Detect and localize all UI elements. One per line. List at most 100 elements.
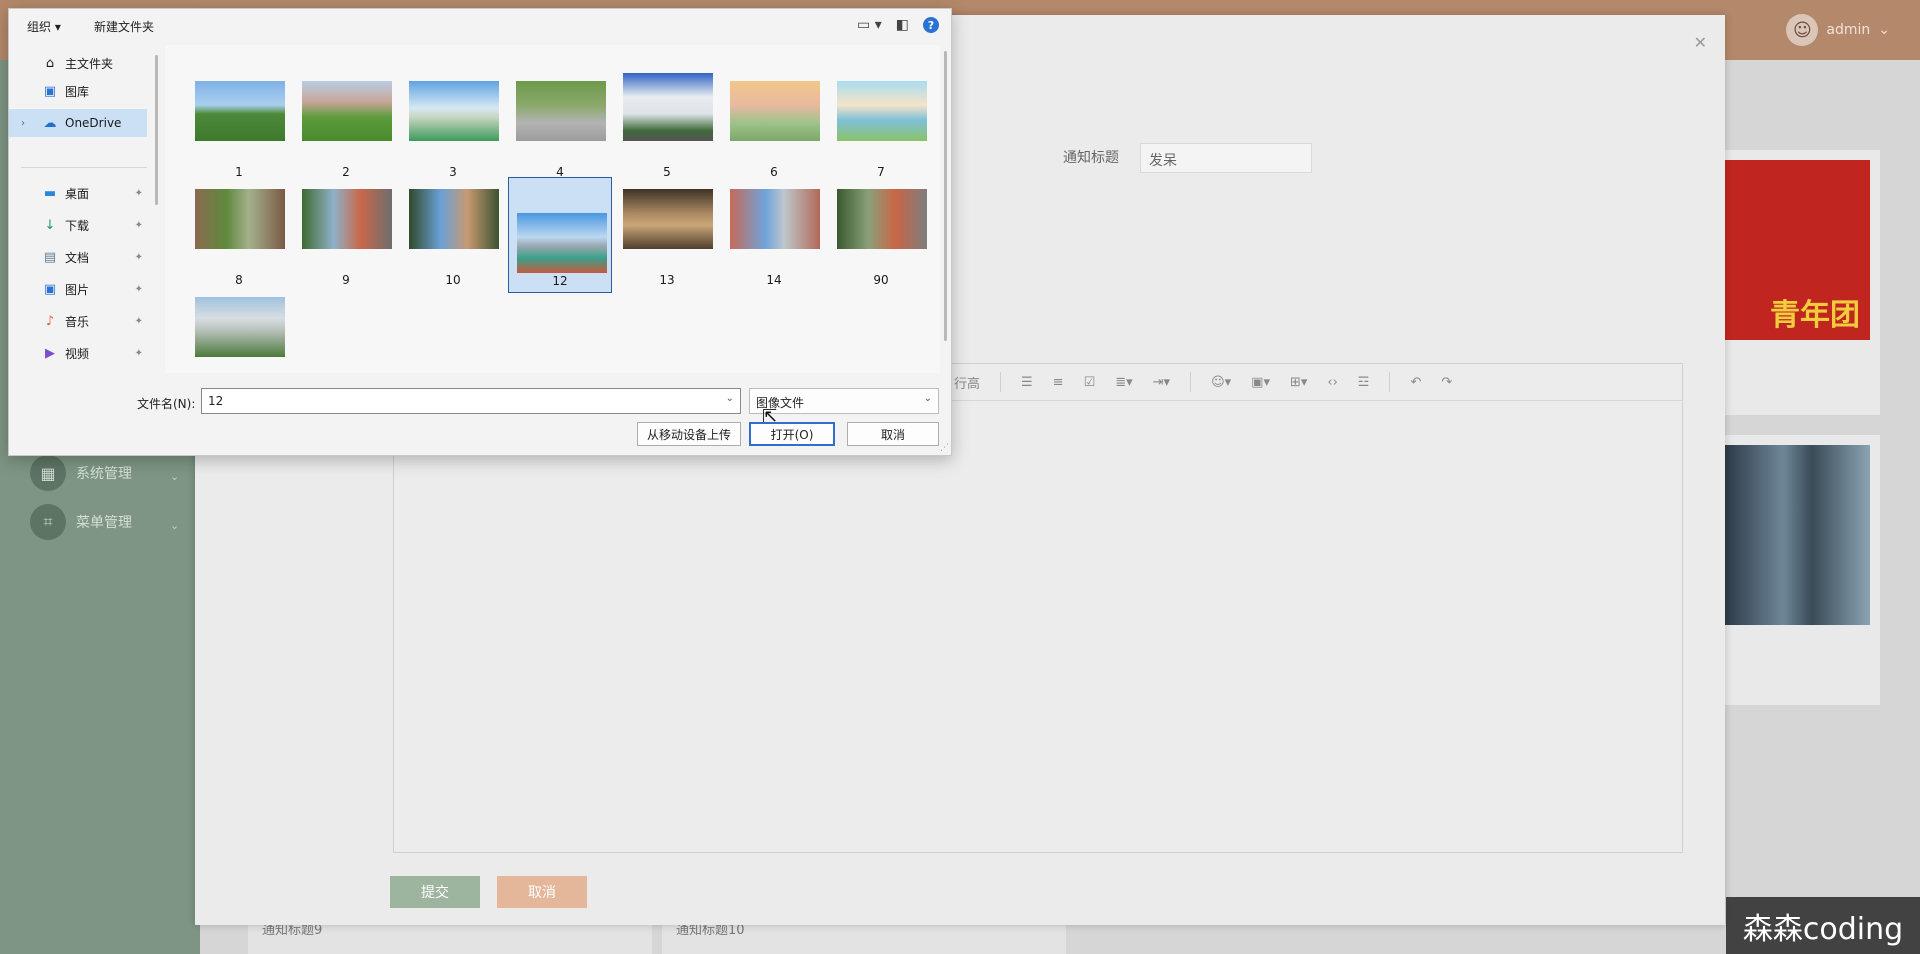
file-pane-scrollbar[interactable]	[944, 51, 947, 341]
file-thumbnail	[517, 213, 607, 273]
new-folder-button[interactable]: 新建文件夹	[94, 18, 154, 35]
file-thumbnail	[837, 189, 927, 249]
line-height-dropdown[interactable]: 行高	[954, 373, 980, 392]
emoji-icon[interactable]: ☺▾	[1211, 375, 1231, 390]
undo-icon[interactable]: ↶	[1410, 375, 1421, 390]
file-tile[interactable]	[187, 285, 291, 373]
file-tile[interactable]: 7	[829, 69, 933, 185]
home-icon: ⌂	[45, 55, 55, 71]
file-thumbnail	[409, 189, 499, 249]
file-tile[interactable]: 3	[401, 69, 505, 185]
file-tile[interactable]: 1	[187, 69, 291, 185]
filetype-select[interactable]: 图像文件 ⌄	[749, 388, 939, 414]
upload-from-mobile-button[interactable]: 从移动设备上传	[637, 422, 741, 446]
dialog-cancel-button[interactable]: 取消	[847, 422, 939, 446]
nav-item-label: OneDrive	[65, 116, 122, 130]
nav-item-label: 文档	[65, 250, 90, 265]
nav-item-label: 桌面	[65, 186, 90, 201]
redo-icon[interactable]: ↷	[1441, 375, 1452, 390]
layout-icon: ▦	[30, 455, 66, 491]
file-thumbnail	[516, 81, 606, 141]
todo-icon[interactable]: ☑	[1084, 375, 1096, 390]
picture-icon: ▣	[43, 281, 57, 297]
file-tile[interactable]: 5	[615, 69, 719, 185]
file-tile[interactable]: 14	[722, 177, 826, 293]
nav-scrollbar[interactable]	[155, 55, 158, 205]
table-icon[interactable]: ⊞▾	[1290, 375, 1307, 390]
file-tile[interactable]: 6	[722, 69, 826, 185]
file-tile-selected[interactable]: 12	[508, 177, 612, 293]
title-input[interactable]: 发呆	[1140, 143, 1312, 173]
toolbar-divider	[1190, 372, 1192, 392]
nav-item-home[interactable]: ⌂ 主文件夹	[9, 49, 147, 77]
file-thumbnail	[195, 189, 285, 249]
resize-grip-icon[interactable]: ⋰	[940, 443, 949, 453]
sidebar-item-system[interactable]: ▦ 系统管理	[30, 455, 132, 491]
file-thumbnail	[837, 81, 927, 141]
file-tile[interactable]: 4	[508, 69, 612, 185]
title-label: 通知标题	[1063, 150, 1119, 166]
nav-item-videos[interactable]: ▶ 视频 ✦	[9, 339, 147, 367]
file-name: 12	[552, 274, 568, 288]
toolbar-divider	[1000, 372, 1002, 392]
nav-item-onedrive[interactable]: › ☁ OneDrive	[9, 109, 147, 137]
news-card-image: 青年团	[1720, 160, 1870, 340]
close-icon[interactable]: ✕	[1694, 33, 1707, 52]
file-tile[interactable]: 9	[294, 177, 398, 293]
user-menu[interactable]: ☺ admin ⌄	[1786, 14, 1890, 46]
pin-icon: ✦	[134, 315, 143, 327]
filename-input[interactable]: 12 ⌄	[201, 388, 741, 414]
nav-divider	[21, 167, 147, 168]
view-controls: ▭ ▾ ◧ ?	[857, 17, 939, 33]
news-card-image	[1725, 445, 1870, 625]
align-icon[interactable]: ≣▾	[1115, 375, 1132, 390]
card-image-text: 青年团	[1770, 298, 1860, 333]
nav-item-pictures[interactable]: ▣ 图片 ✦	[9, 275, 147, 303]
nav-item-music[interactable]: ♪ 音乐 ✦	[9, 307, 147, 335]
divider-icon[interactable]: ☲	[1358, 375, 1370, 390]
indent-icon[interactable]: ⇥▾	[1153, 375, 1170, 390]
pin-icon: ✦	[134, 283, 143, 295]
pin-icon: ✦	[134, 347, 143, 359]
file-tile[interactable]: 90	[829, 177, 933, 293]
help-icon[interactable]: ?	[923, 17, 939, 33]
toolbar-divider	[1389, 372, 1391, 392]
file-name: 90	[873, 273, 889, 287]
nav-item-label: 图库	[65, 84, 90, 99]
bullet-list-icon[interactable]: ☰	[1021, 375, 1033, 390]
file-thumbnail	[730, 189, 820, 249]
nav-item-label: 音乐	[65, 314, 90, 329]
nav-item-desktop[interactable]: ▬ 桌面 ✦	[9, 179, 147, 207]
sidebar-item-menu[interactable]: ⌗ 菜单管理	[30, 504, 132, 540]
cancel-button[interactable]: 取消	[497, 876, 587, 908]
nav-item-downloads[interactable]: ↓ 下载 ✦	[9, 211, 147, 239]
file-name: 10	[445, 273, 461, 287]
numbered-list-icon[interactable]: ≡	[1053, 375, 1064, 390]
pin-icon: ✦	[134, 219, 143, 231]
file-tile[interactable]: 8	[187, 177, 291, 293]
chevron-right-icon[interactable]: ›	[21, 118, 25, 129]
file-thumbnail	[409, 81, 499, 141]
file-name: 9	[342, 273, 350, 287]
file-name: 13	[659, 273, 675, 287]
file-thumbnail	[730, 81, 820, 141]
submit-button[interactable]: 提交	[390, 876, 480, 908]
file-tile[interactable]: 13	[615, 177, 719, 293]
nav-item-label: 下载	[65, 218, 90, 233]
file-thumbnail	[195, 297, 285, 357]
view-mode-icon[interactable]: ▭ ▾	[857, 17, 882, 33]
nav-item-gallery[interactable]: ▣ 图库	[9, 77, 147, 105]
nav-item-documents[interactable]: ▤ 文档 ✦	[9, 243, 147, 271]
code-icon[interactable]: ‹›	[1327, 375, 1337, 390]
file-thumbnail	[302, 81, 392, 141]
watermark: 森森coding	[1726, 897, 1920, 954]
image-icon[interactable]: ▣▾	[1251, 375, 1270, 390]
file-tile[interactable]: 2	[294, 69, 398, 185]
file-thumbnail	[623, 189, 713, 249]
preview-pane-icon[interactable]: ◧	[896, 17, 909, 33]
file-tile[interactable]: 10	[401, 177, 505, 293]
mouse-cursor-icon: ⇱	[762, 406, 778, 427]
organize-button[interactable]: 组织 ▾	[27, 18, 61, 35]
chevron-down-icon[interactable]: ⌄	[726, 393, 734, 404]
file-open-dialog: 组织 ▾ 新建文件夹 ▭ ▾ ◧ ? ⌂ 主文件夹 ▣ 图库 › ☁ OneDr…	[8, 8, 952, 456]
